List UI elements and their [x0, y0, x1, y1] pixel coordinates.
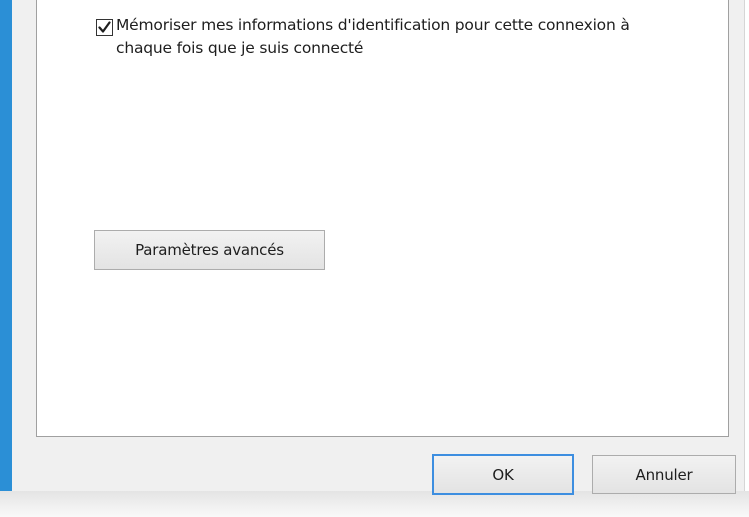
screen: Mémoriser mes informations d'identificat… — [0, 0, 749, 517]
window-frame-left — [0, 0, 12, 517]
remember-credentials-label[interactable]: Mémoriser mes informations d'identificat… — [116, 14, 636, 60]
checkmark-icon — [98, 21, 111, 33]
cancel-button[interactable]: Annuler — [592, 455, 736, 494]
window-bottom-shadow — [0, 491, 749, 517]
options-panel: Mémoriser mes informations d'identificat… — [36, 0, 729, 437]
ok-button[interactable]: OK — [432, 454, 574, 495]
remember-credentials-checkbox[interactable] — [96, 19, 113, 36]
credentials-dialog: Mémoriser mes informations d'identificat… — [12, 0, 745, 495]
advanced-settings-button[interactable]: Paramètres avancés — [94, 230, 325, 270]
